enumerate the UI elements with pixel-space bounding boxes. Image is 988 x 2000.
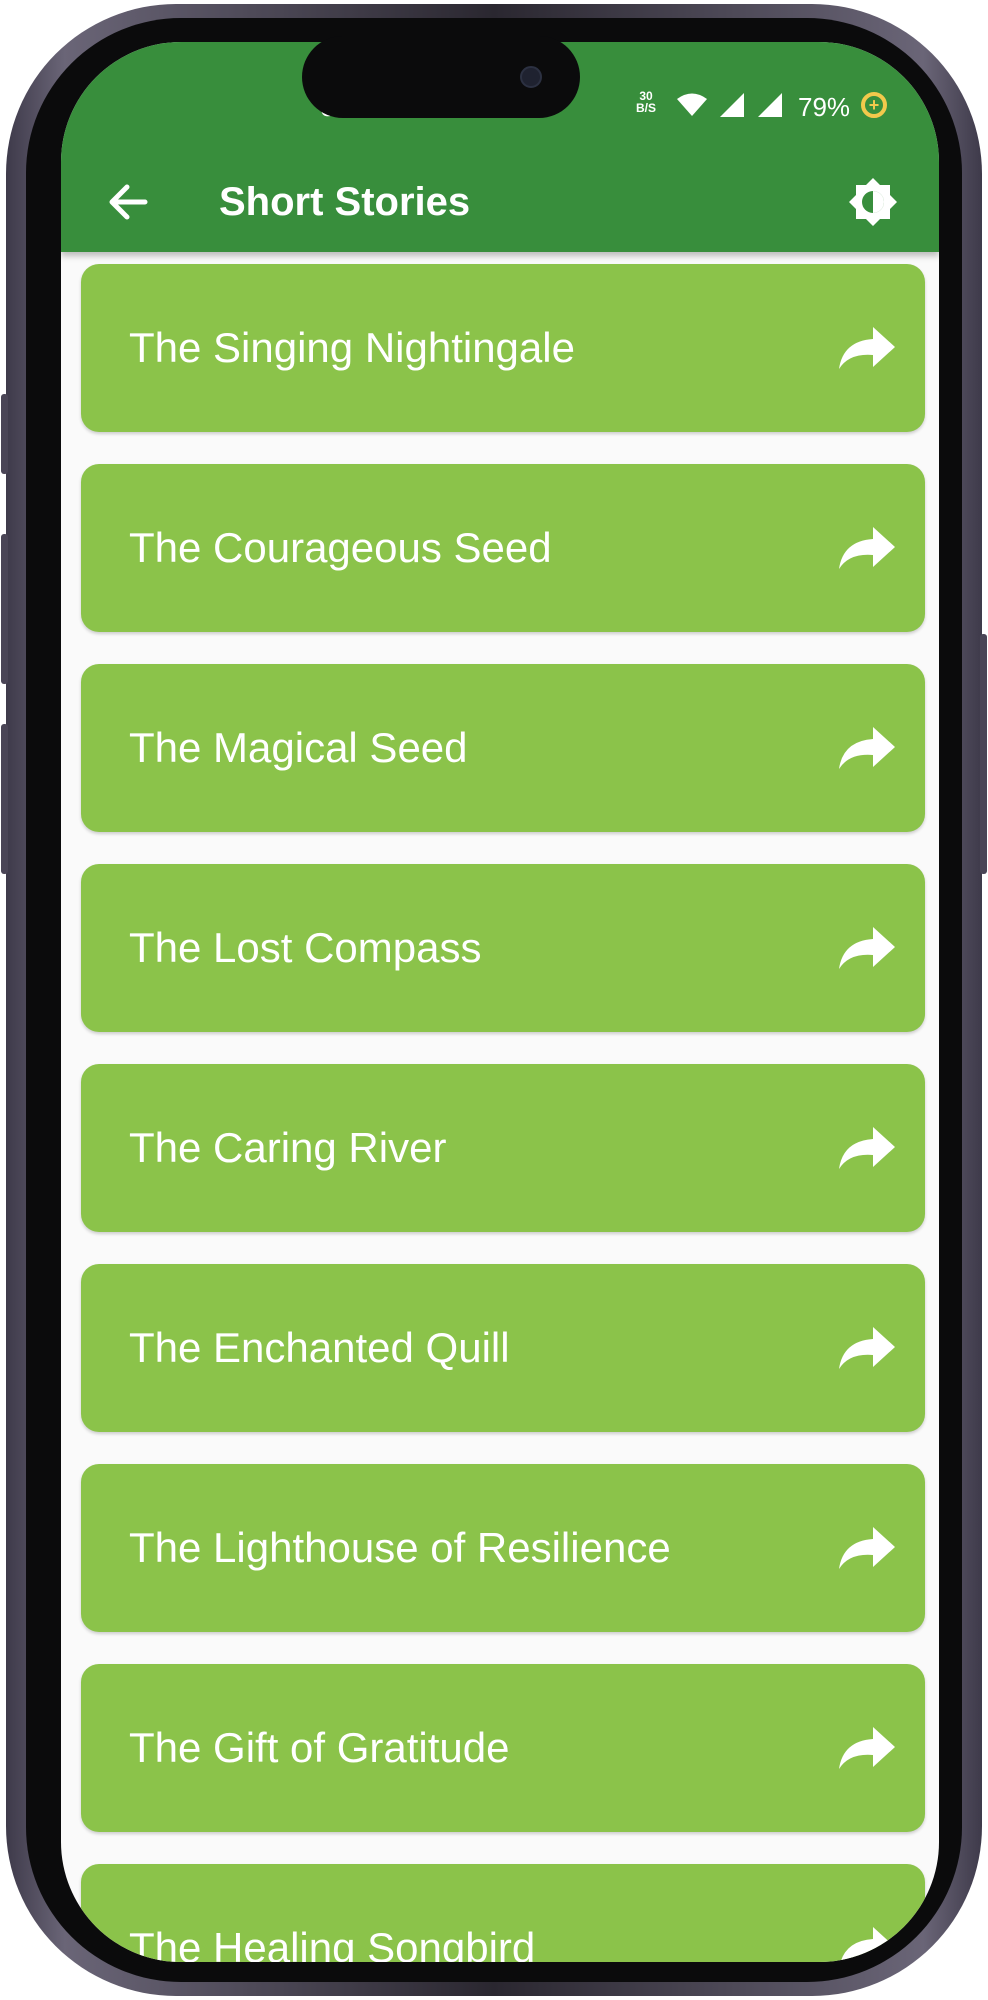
story-card[interactable]: The Caring River xyxy=(81,1064,925,1232)
share-arrow-icon xyxy=(839,1527,895,1569)
signal-icon xyxy=(720,93,744,117)
share-arrow-icon xyxy=(839,1727,895,1769)
story-title: The Lost Compass xyxy=(129,924,482,971)
toolbar: Short Stories xyxy=(61,172,939,232)
story-title: The Lighthouse of Resilience xyxy=(129,1524,671,1571)
story-card[interactable]: The Healing Songbird xyxy=(81,1864,925,1962)
net-speed: 30 B/S xyxy=(636,90,656,114)
back-button[interactable] xyxy=(99,172,159,232)
story-card[interactable]: The Lost Compass xyxy=(81,864,925,1032)
wifi-icon xyxy=(677,93,707,116)
story-title: The Gift of Gratitude xyxy=(129,1724,510,1771)
net-speed-unit: B/S xyxy=(636,101,657,115)
action-button xyxy=(1,394,8,474)
camera-lens xyxy=(520,66,542,88)
share-arrow-icon xyxy=(839,727,895,769)
share-arrow-icon xyxy=(839,1327,895,1369)
arrow-left-icon xyxy=(109,184,148,220)
share-arrow-icon xyxy=(839,1127,895,1169)
phone-frame: 3:0 30 B/S 79% + Sh xyxy=(1,4,987,1996)
share-arrow-icon xyxy=(839,527,895,569)
brightness-icon xyxy=(849,178,897,226)
signal-icon xyxy=(758,93,782,117)
story-title: The Enchanted Quill xyxy=(129,1324,510,1371)
theme-toggle-button[interactable] xyxy=(843,172,903,232)
volume-down-button xyxy=(1,724,8,874)
share-arrow-icon xyxy=(839,927,895,969)
share-arrow-icon xyxy=(839,327,895,369)
story-card[interactable]: The Magical Seed xyxy=(81,664,925,832)
battery-percentage: 79% xyxy=(798,92,851,122)
battery-saver-icon: + xyxy=(861,92,887,118)
story-title: The Healing Songbird xyxy=(129,1924,536,1962)
story-card[interactable]: The Gift of Gratitude xyxy=(81,1664,925,1832)
story-card[interactable]: The Courageous Seed xyxy=(81,464,925,632)
status-icons xyxy=(676,92,784,118)
story-card[interactable]: The Singing Nightingale xyxy=(81,264,925,432)
share-arrow-icon xyxy=(840,1927,895,1962)
page-title: Short Stories xyxy=(219,180,471,224)
story-card[interactable]: The Lighthouse of Resilience xyxy=(81,1464,925,1632)
volume-up-button xyxy=(1,534,8,684)
story-card[interactable]: The Enchanted Quill xyxy=(81,1264,925,1432)
story-title: The Singing Nightingale xyxy=(129,324,575,371)
story-title: The Caring River xyxy=(129,1124,447,1171)
story-title: The Courageous Seed xyxy=(129,524,552,571)
power-button xyxy=(980,634,987,874)
dynamic-island xyxy=(302,36,580,118)
screen: 3:0 30 B/S 79% + Sh xyxy=(61,42,939,1962)
story-title: The Magical Seed xyxy=(129,724,468,771)
